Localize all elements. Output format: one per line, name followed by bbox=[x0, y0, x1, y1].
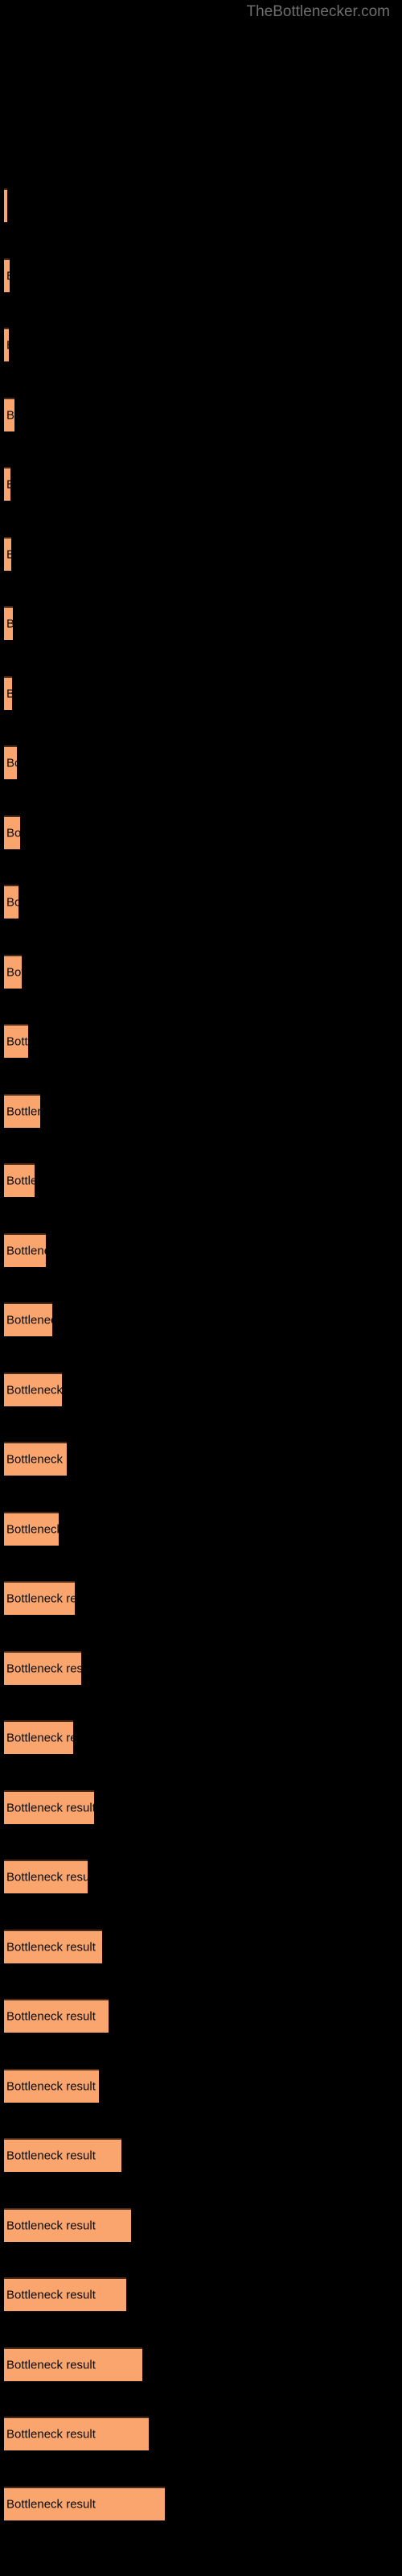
chart-bar[interactable]: Bottleneck result bbox=[4, 815, 20, 849]
chart-bar-label: Bottleneck result bbox=[6, 1244, 46, 1257]
chart-bar-label: Bottleneck result bbox=[6, 1731, 73, 1745]
chart-bar[interactable]: Bottleneck result bbox=[4, 954, 22, 989]
chart-bar-label: Bottleneck result bbox=[6, 826, 20, 840]
chart-bar[interactable]: Bottleneck result bbox=[4, 1790, 94, 1824]
chart-bar-label: Bottleneck result bbox=[6, 2079, 96, 2093]
chart-bar-label: Bottleneck result bbox=[6, 1313, 52, 1327]
chart-bar[interactable]: Bottleneck result bbox=[4, 1999, 109, 2033]
chart-bar[interactable]: Bottleneck result bbox=[4, 1372, 62, 1406]
chart-bar[interactable]: Bottleneck result bbox=[4, 1860, 88, 1893]
chart-bar-label: Bottleneck result bbox=[6, 1591, 75, 1606]
chart-bar[interactable]: Bottleneck result bbox=[4, 1929, 102, 1963]
chart-bar-label: Bottleneck result bbox=[6, 1662, 81, 1675]
chart-bar[interactable]: Bottleneck result bbox=[4, 1232, 46, 1267]
chart-bar-label: Bottleneck result bbox=[6, 756, 17, 770]
chart-bar-label: Bottleneck result bbox=[6, 548, 11, 560]
chart-bar-label: Bottleneck result bbox=[6, 1940, 96, 1954]
chart-bar-label: Bottleneck result bbox=[6, 895, 18, 910]
chart-bar-label: Bottleneck result bbox=[6, 1870, 88, 1885]
chart-bar[interactable]: Bottleneck result bbox=[4, 2417, 149, 2450]
chart-bar[interactable]: Bottleneck result bbox=[4, 1442, 67, 1476]
chart-bar-label: Bottleneck result bbox=[6, 479, 10, 491]
chart-bar[interactable]: Bottleneck result bbox=[4, 536, 11, 571]
chart-bar-label: Bottleneck result bbox=[6, 618, 13, 630]
chart-bar-label: Bottleneck result bbox=[6, 2497, 96, 2511]
chart-bar[interactable]: Bottleneck result bbox=[4, 1024, 28, 1058]
chart-bar-label: Bottleneck result bbox=[6, 2219, 96, 2232]
chart-bar-label: Bottleneck result bbox=[6, 270, 10, 282]
chart-bar[interactable]: Bottleneck result bbox=[4, 1163, 35, 1197]
chart-bar-label: Bottleneck result bbox=[6, 200, 7, 213]
chart-bar[interactable]: Bottleneck result bbox=[4, 606, 13, 640]
chart-bar-label: Bottleneck result bbox=[6, 2149, 96, 2163]
chart-bar-label: Bottleneck result bbox=[6, 2358, 96, 2372]
chart-bar[interactable]: Bottleneck result bbox=[4, 1720, 73, 1754]
chart-bar[interactable]: Bottleneck result bbox=[4, 258, 10, 292]
chart-bar[interactable]: Bottleneck result bbox=[4, 1581, 75, 1615]
chart-bar-label: Bottleneck result bbox=[6, 1383, 62, 1397]
chart-bar[interactable]: Bottleneck result bbox=[4, 1093, 40, 1128]
chart-bar[interactable]: Bottleneck result bbox=[4, 2347, 142, 2381]
chart-bar-label: Bottleneck result bbox=[6, 2427, 96, 2442]
chart-bar[interactable]: Bottleneck result bbox=[4, 2207, 131, 2242]
chart-bar-label: Bottleneck result bbox=[6, 340, 9, 352]
chart-bar-label: Bottleneck result bbox=[6, 1522, 59, 1536]
chart-bar[interactable]: Bottleneck result bbox=[4, 1511, 59, 1546]
chart-bar-label: Bottleneck result bbox=[6, 1174, 35, 1188]
chart-bar-label: Bottleneck result bbox=[6, 965, 22, 979]
chart-bar[interactable]: Bottleneck result bbox=[4, 2486, 165, 2520]
chart-bar-label: Bottleneck result bbox=[6, 1452, 67, 1467]
chart-bar[interactable]: Bottleneck result bbox=[4, 745, 17, 779]
chart-bar[interactable]: Bottleneck result bbox=[4, 1302, 52, 1336]
bottleneck-bar-chart: Bottleneck result Bottleneck result Bottle… bbox=[0, 0, 402, 2576]
chart-bar-label: Bottleneck result bbox=[6, 2009, 96, 2024]
chart-bar-label: Bottleneck result bbox=[6, 1104, 40, 1118]
chart-bar-label: Bottleneck result bbox=[6, 1034, 28, 1049]
chart-bar[interactable]: Bottleneck result bbox=[4, 467, 10, 501]
chart-bar[interactable]: Bottleneck result bbox=[4, 188, 7, 222]
chart-bar[interactable]: Bottleneck result bbox=[4, 2138, 121, 2172]
chart-bar[interactable]: Bottleneck result bbox=[4, 1650, 81, 1685]
chart-bar[interactable]: Bottleneck result bbox=[4, 885, 18, 919]
chart-bar-label: Bottleneck result bbox=[6, 2288, 96, 2302]
chart-bar[interactable]: Bottleneck result bbox=[4, 328, 9, 361]
chart-bar-label: Bottleneck result bbox=[6, 1801, 94, 1814]
chart-bar-label: Bottleneck result bbox=[6, 687, 12, 700]
chart-bar[interactable]: Bottleneck result bbox=[4, 2068, 99, 2103]
chart-bar[interactable]: Bottleneck result bbox=[4, 2277, 126, 2311]
chart-bar-label: Bottleneck result bbox=[6, 408, 14, 422]
chart-bar[interactable]: Bottleneck result bbox=[4, 675, 12, 710]
chart-bar[interactable]: Bottleneck result bbox=[4, 397, 14, 431]
